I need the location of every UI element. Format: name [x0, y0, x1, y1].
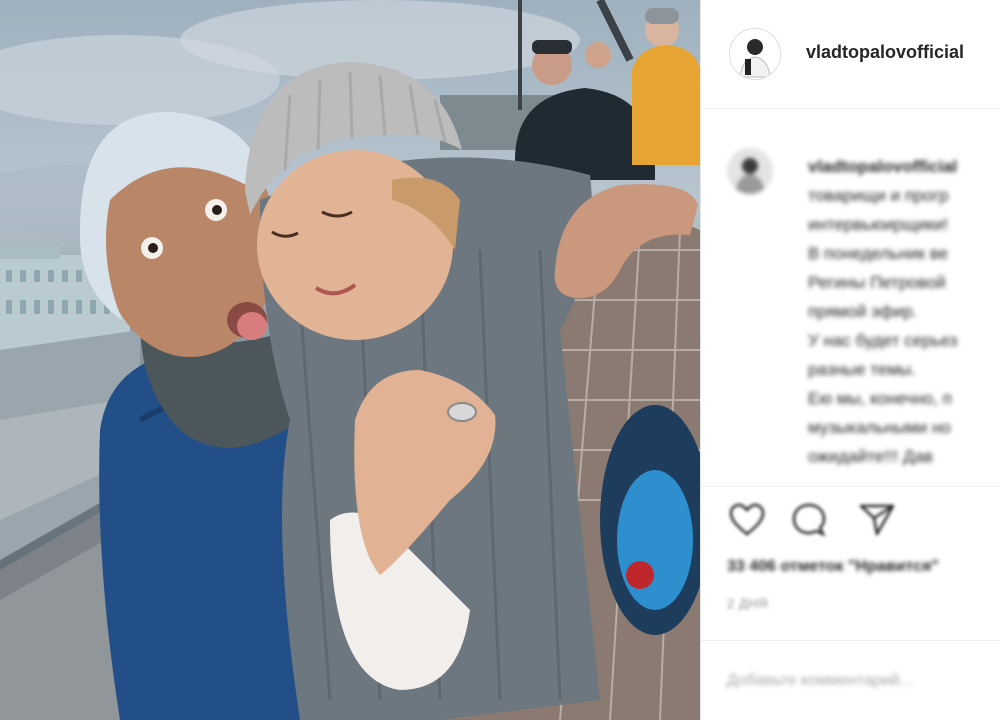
post-sidebar: vladtopalovofficial vladtopalovofficial … — [701, 0, 1000, 720]
caption-line: товарищи и прогр — [808, 186, 949, 205]
actions-divider — [701, 486, 1000, 487]
post-header: vladtopalovofficial — [701, 0, 1000, 109]
likes-count[interactable]: 33 406 отметок "Нравится" — [727, 558, 939, 576]
caption-avatar[interactable] — [727, 148, 773, 194]
caption-line: Ею мы, конечно, п — [808, 389, 952, 408]
caption-line: разные темы. — [808, 360, 916, 379]
caption-text: vladtopalovofficial товарищи и прогр инт… — [808, 152, 1000, 471]
post-actions — [727, 500, 987, 542]
caption-line: ожидайте!!! Дав — [808, 447, 933, 466]
comment-input[interactable]: Добавьте комментарий... — [727, 672, 913, 690]
caption-username[interactable]: vladtopalovofficial — [808, 152, 1000, 181]
comment-icon[interactable] — [789, 500, 829, 540]
photo-scene — [0, 0, 700, 720]
heart-icon[interactable] — [727, 500, 767, 540]
caption-line: В понедельник ве — [808, 244, 949, 263]
share-icon[interactable] — [857, 500, 897, 540]
post-username[interactable]: vladtopalovofficial — [806, 42, 964, 63]
caption-line: интервьюирщики! — [808, 215, 949, 234]
caption-line: прямой эфир. — [808, 302, 918, 321]
caption-line: музыкальными но — [808, 418, 951, 437]
caption-line: Регины Петровой — [808, 273, 946, 292]
caption-avatar-image — [727, 148, 773, 194]
post-date: 2 ДНЯ — [727, 596, 768, 611]
post-photo[interactable] — [0, 0, 700, 720]
post-caption: vladtopalovofficial товарищи и прогр инт… — [701, 130, 1000, 490]
avatar-image — [730, 29, 780, 79]
comment-divider — [701, 640, 1000, 641]
caption-line: У нас будет серьез — [808, 331, 958, 350]
profile-avatar[interactable] — [729, 28, 781, 80]
